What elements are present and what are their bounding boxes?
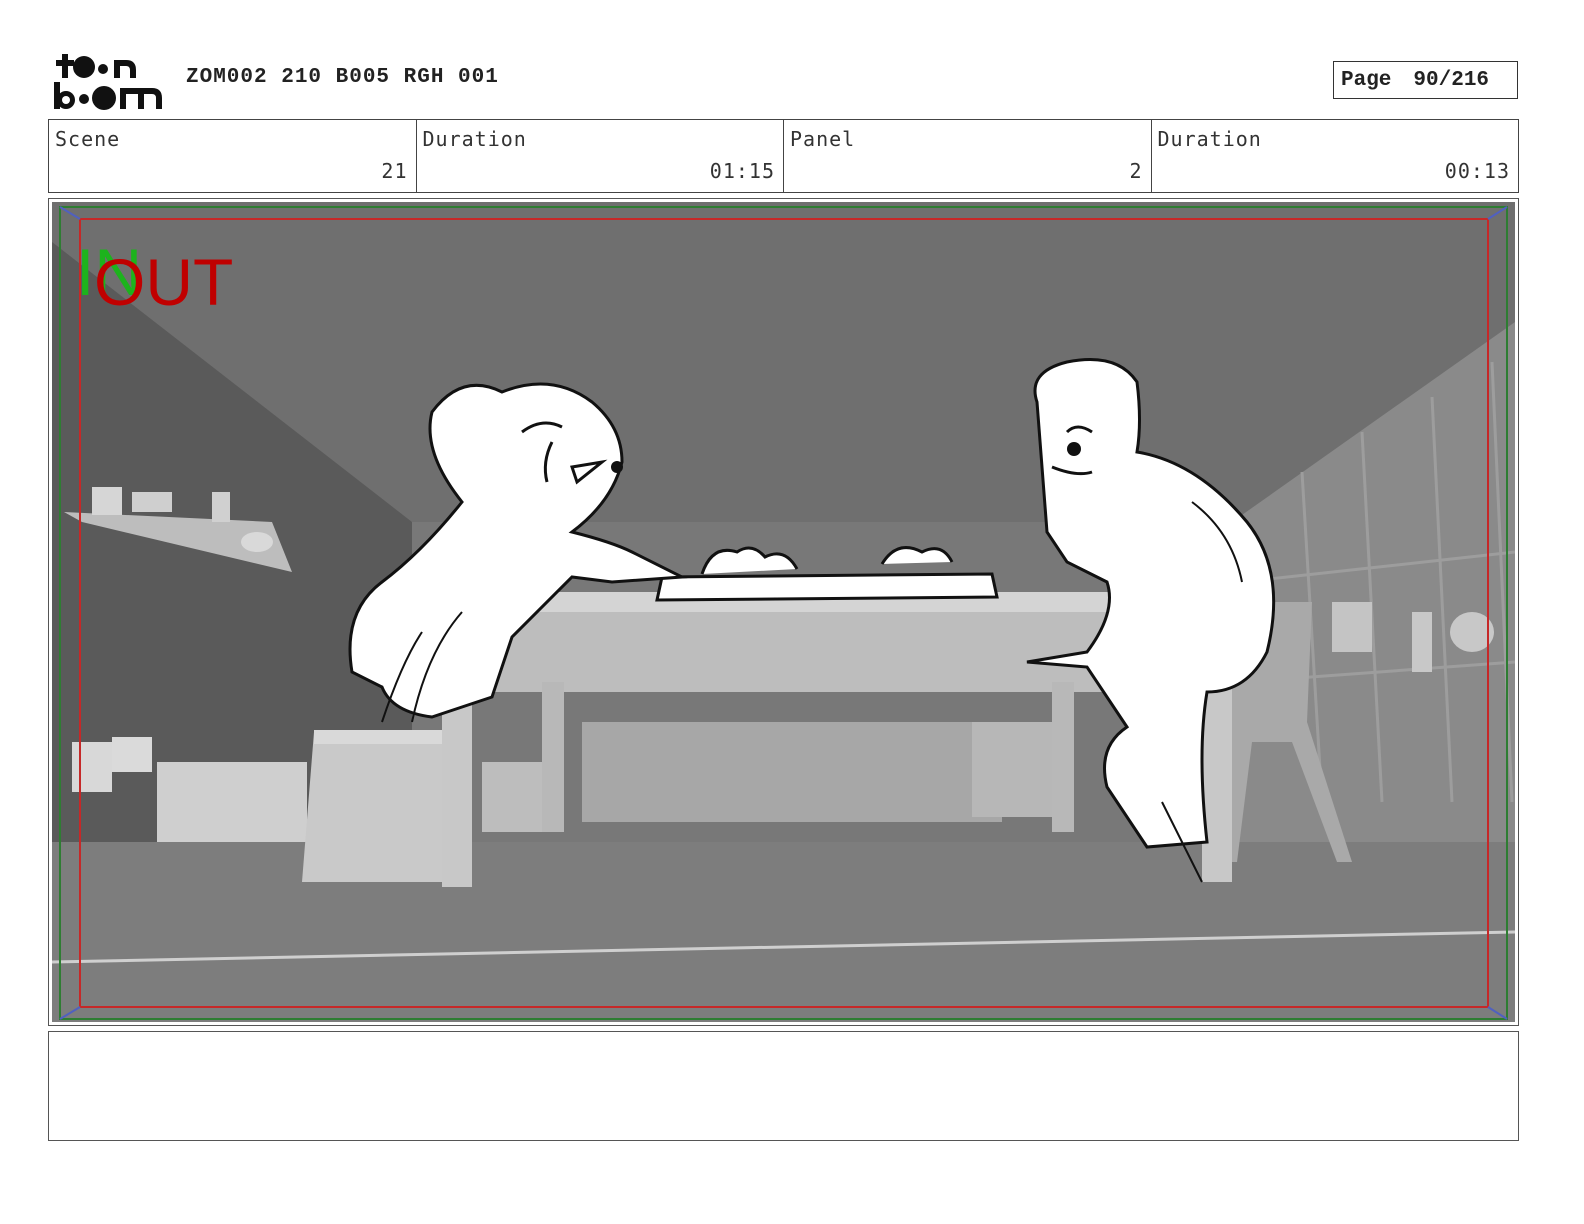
storyboard-panel-frame: IN OUT — [48, 198, 1519, 1026]
page-indicator: Page 90/216 — [1333, 61, 1518, 99]
toon-boom-logo — [52, 50, 164, 112]
scene-cell: Scene 21 — [49, 120, 417, 192]
project-code: ZOM002 210 B005 RGH 001 — [186, 66, 499, 89]
scene-value: 21 — [381, 159, 408, 183]
scene-label: Scene — [55, 127, 121, 151]
scene-duration-value: 01:15 — [709, 159, 775, 183]
panel-duration-label: Duration — [1157, 127, 1262, 151]
panel-notes-area — [48, 1031, 1519, 1141]
scene-info-row: Scene 21 Duration 01:15 Panel 2 Duration… — [48, 119, 1519, 193]
panel-value: 2 — [1129, 159, 1143, 183]
panel-duration-cell: Duration 00:13 — [1152, 120, 1519, 192]
panel-duration-value: 00:13 — [1444, 159, 1510, 183]
page-value: 90/216 — [1413, 68, 1490, 92]
panel-label: Panel — [790, 127, 856, 151]
panel-drawing: IN OUT — [52, 202, 1515, 1022]
scene-duration-label: Duration — [422, 127, 527, 151]
toon-boom-logo-mark — [54, 54, 162, 110]
panel-cell: Panel 2 — [784, 120, 1152, 192]
page-label: Page — [1341, 68, 1392, 92]
scene-duration-cell: Duration 01:15 — [417, 120, 784, 192]
out-marker: OUT — [94, 245, 233, 319]
